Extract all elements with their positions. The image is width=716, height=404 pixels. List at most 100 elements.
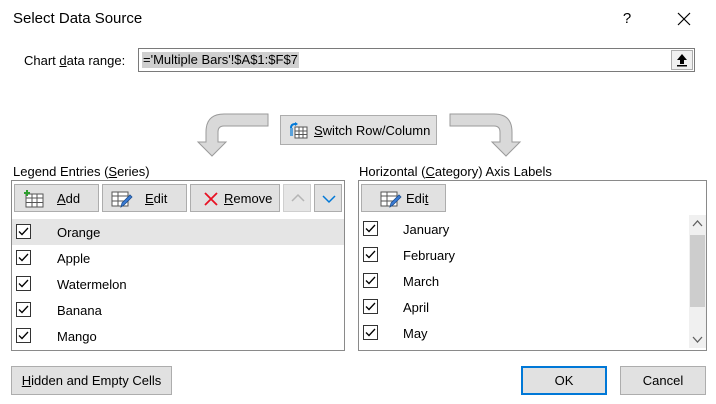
series-name: Orange	[57, 225, 101, 240]
series-checkbox[interactable]	[16, 224, 31, 239]
cancel-button[interactable]: Cancel	[620, 366, 706, 395]
legend-entries-label: Legend Entries (Series)	[13, 164, 150, 179]
remove-x-icon	[204, 192, 218, 206]
add-table-icon	[24, 190, 44, 208]
chart-data-range-value: ='Multiple Bars'!$A$1:$F$7	[142, 52, 299, 68]
series-name: Apple	[57, 251, 91, 266]
series-checkbox[interactable]	[16, 302, 31, 317]
series-name: Mango	[57, 329, 97, 344]
edit-label-key: E	[145, 191, 154, 206]
axis-label-pre: Horizontal (	[359, 164, 426, 179]
scroll-thumb[interactable]	[690, 235, 705, 307]
series-row-mango[interactable]: Mango	[12, 323, 344, 349]
legend-label-post: eries)	[117, 164, 150, 179]
scroll-down-button[interactable]	[689, 331, 706, 348]
help-button[interactable]: ?	[610, 4, 644, 34]
edit-series-button[interactable]: Edit	[102, 184, 187, 212]
chevron-up-icon	[692, 220, 703, 227]
scroll-up-button[interactable]	[689, 215, 706, 232]
edit-table-icon	[111, 191, 133, 208]
edit-axis-labels-button[interactable]: Edit	[361, 184, 446, 212]
series-name: Watermelon	[57, 277, 127, 292]
move-up-button[interactable]	[283, 184, 311, 212]
dialog-title: Select Data Source	[13, 10, 143, 27]
series-row-banana[interactable]: Banana	[12, 297, 344, 323]
switch-right-arrow-icon	[449, 113, 522, 157]
axis-label-key: C	[425, 164, 435, 179]
hidden-label-rest: idden and Empty Cells	[31, 373, 162, 388]
edit-table-icon	[380, 191, 402, 208]
legend-label-key: S	[108, 164, 118, 179]
axis-label-checkbox[interactable]	[363, 299, 378, 314]
switch-label-key: S	[314, 123, 323, 138]
legend-label-pre: Legend Entries (	[13, 164, 109, 179]
checkmark-icon	[18, 305, 29, 314]
series-row-watermelon[interactable]: Watermelon	[12, 271, 344, 297]
title-bar: Select Data Source ?	[0, 0, 716, 38]
axis-label-checkbox[interactable]	[363, 273, 378, 288]
checkmark-icon	[365, 276, 376, 285]
checkmark-icon	[365, 302, 376, 311]
close-icon	[677, 12, 691, 26]
axis-edit-pre: Edi	[406, 191, 425, 206]
axis-label-name: January	[403, 222, 450, 237]
axis-label-row[interactable]: January	[359, 216, 688, 242]
checkmark-icon	[365, 224, 376, 233]
legend-series-list: Orange Apple Watermelon Banana Mango	[12, 217, 344, 350]
chart-data-range-input[interactable]: ='Multiple Bars'!$A$1:$F$7	[138, 48, 695, 72]
chevron-up-icon	[291, 193, 305, 202]
axis-label-name: February	[403, 248, 456, 263]
series-row-orange[interactable]: Orange	[12, 219, 344, 245]
axis-label-checkbox[interactable]	[363, 325, 378, 340]
add-series-button[interactable]: Add	[14, 184, 99, 212]
chevron-down-icon	[692, 336, 703, 343]
switch-row-column-icon	[290, 122, 308, 139]
checkmark-icon	[365, 328, 376, 337]
collapse-arrow-icon	[677, 54, 687, 67]
series-checkbox[interactable]	[16, 276, 31, 291]
axis-label-name: May	[403, 326, 428, 341]
series-checkbox[interactable]	[16, 250, 31, 265]
checkmark-icon	[18, 227, 29, 236]
axis-label-row[interactable]: March	[359, 268, 688, 294]
range-label-pre: Chart	[24, 53, 60, 68]
axis-labels-panel: Edit January February March April May	[358, 180, 707, 351]
add-series-label: Add	[57, 191, 80, 206]
axis-label-checkbox[interactable]	[363, 247, 378, 262]
axis-labels-scrollbar[interactable]	[689, 215, 706, 348]
edit-series-label: Edit	[145, 191, 167, 206]
edit-label-rest: dit	[153, 191, 168, 206]
axis-label-row[interactable]: February	[359, 242, 688, 268]
checkmark-icon	[365, 250, 376, 259]
range-label-post: ata range:	[66, 53, 126, 68]
axis-labels-label: Horizontal (Category) Axis Labels	[359, 164, 552, 179]
switch-row-column-button[interactable]: Switch Row/Column	[280, 115, 437, 145]
chevron-down-icon	[322, 195, 336, 204]
checkmark-icon	[18, 331, 29, 340]
axis-label-checkbox[interactable]	[363, 221, 378, 236]
series-checkbox[interactable]	[16, 328, 31, 343]
switch-row-column-label: Switch Row/Column	[314, 123, 430, 138]
ok-button[interactable]: OK	[521, 366, 607, 395]
remove-label-rest: emove	[233, 191, 273, 206]
collapse-dialog-button[interactable]	[671, 50, 693, 70]
axis-label-post: ategory) Axis Labels	[434, 164, 552, 179]
add-label-key: A	[57, 191, 66, 206]
edit-axis-labels-label: Edit	[406, 191, 428, 206]
remove-series-label: Remove	[224, 191, 272, 206]
axis-label-row[interactable]: April	[359, 294, 688, 320]
hidden-label-key: H	[21, 373, 32, 388]
close-button[interactable]	[662, 4, 706, 34]
axis-label-name: April	[403, 300, 430, 315]
hidden-empty-cells-button[interactable]: Hidden and Empty Cells	[11, 366, 172, 395]
legend-entries-panel: Add Edit Remove Orange Apple Watermelon …	[11, 180, 345, 351]
chart-data-range-label: Chart data range:	[24, 53, 125, 68]
remove-series-button[interactable]: Remove	[190, 184, 280, 212]
axis-labels-list: January February March April May	[359, 215, 706, 350]
axis-label-row[interactable]: May	[359, 320, 688, 346]
series-row-apple[interactable]: Apple	[12, 245, 344, 271]
axis-edit-key: t	[424, 191, 429, 206]
move-down-button[interactable]	[314, 184, 342, 212]
switch-label-rest: witch Row/Column	[322, 123, 431, 138]
checkmark-icon	[18, 253, 29, 262]
